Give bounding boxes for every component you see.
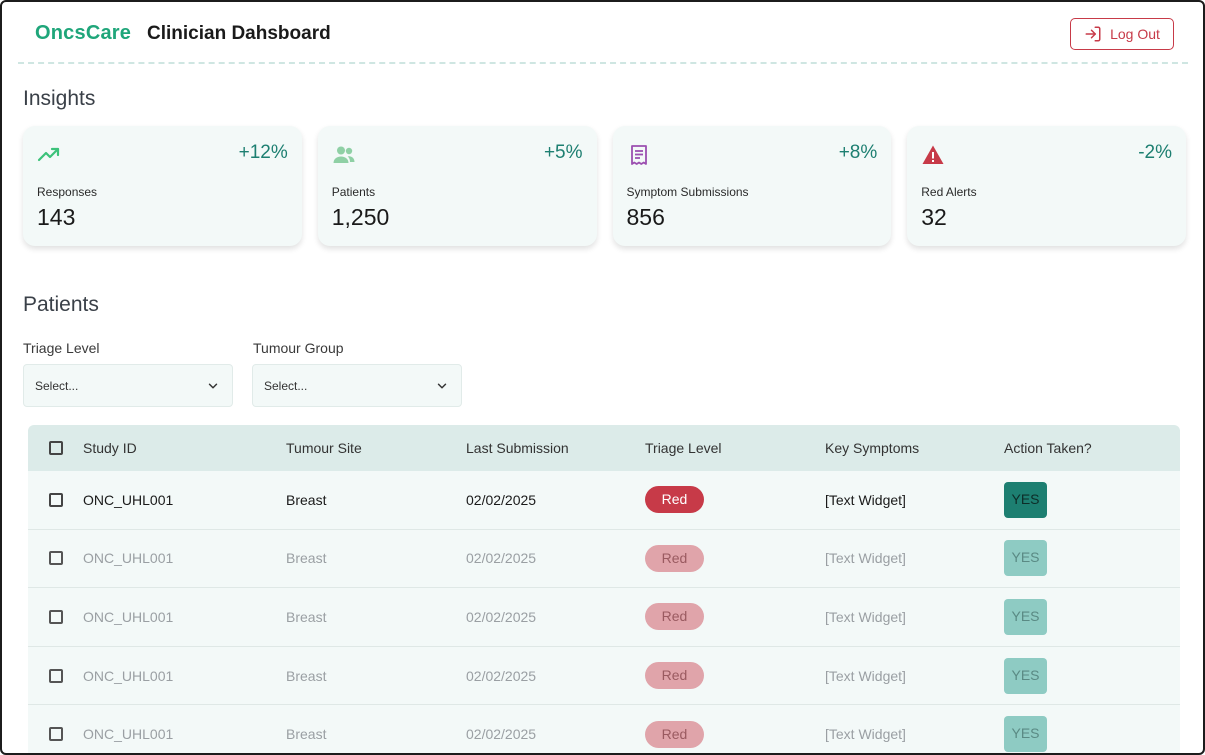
last-submission-cell: 02/02/2025 (466, 491, 537, 508)
triage-badge: Red (645, 544, 704, 572)
chevron-down-icon (437, 383, 447, 389)
row-checkbox[interactable] (49, 492, 63, 507)
row-checkbox[interactable] (49, 551, 63, 566)
study-id-cell: ONC_UHL001 (83, 491, 174, 508)
key-symptoms-cell: [Text Widget] (825, 726, 906, 743)
last-submission-cell: 02/02/2025 (466, 726, 537, 743)
insight-label: Symptom Submissions (626, 185, 749, 199)
insight-change: -2% (1138, 142, 1172, 163)
tumour-site-cell: Breast (286, 550, 327, 567)
insight-change: +12% (238, 142, 288, 163)
log-out-button[interactable]: Log Out (1070, 18, 1174, 50)
action-yes-button[interactable]: YES (1004, 716, 1047, 753)
row-checkbox[interactable] (49, 609, 63, 624)
triage-level-filter-label: Triage Level (23, 340, 100, 356)
app-window: OncsCare Clinician Dahsboard Log Out Ins… (0, 0, 1205, 755)
column-header-action-taken[interactable]: Action Taken? (1004, 425, 1092, 471)
triage-level-cell: Red (645, 647, 704, 705)
insight-cards: +12% Responses 143 +5% Patients 1,250 +8… (23, 126, 1186, 246)
key-symptoms-cell: [Text Widget] (825, 550, 906, 567)
log-out-label: Log Out (1110, 26, 1160, 42)
tumour-site-cell: Breast (286, 667, 327, 684)
last-submission-cell: 02/02/2025 (466, 608, 537, 625)
column-header-key-symptoms[interactable]: Key Symptoms (825, 425, 919, 471)
triage-level-cell: Red (645, 471, 704, 529)
row-checkbox[interactable] (49, 668, 63, 683)
action-taken-cell: YES (1004, 471, 1047, 529)
tumour-group-filter-label: Tumour Group (253, 340, 344, 356)
action-taken-cell: YES (1004, 530, 1047, 588)
top-header: OncsCare Clinician Dahsboard Log Out (18, 16, 1188, 64)
insights-heading: Insights (23, 87, 96, 110)
key-symptoms-cell: [Text Widget] (825, 608, 906, 625)
table-row[interactable]: ONC_UHL001 Breast 02/02/2025 Red [Text W… (28, 646, 1180, 706)
select-placeholder: Select... (35, 378, 79, 393)
tumour-site-cell: Breast (286, 491, 327, 508)
insight-card-symptom-submissions: +8% Symptom Submissions 856 (612, 126, 892, 246)
action-yes-button[interactable]: YES (1004, 540, 1047, 577)
insight-card-patients: +5% Patients 1,250 (317, 126, 597, 246)
tumour-group-select[interactable]: Select... (252, 364, 462, 407)
tumour-site-cell: Breast (286, 608, 327, 625)
table-header: Study ID Tumour Site Last Submission Tri… (28, 425, 1180, 471)
column-header-triage-level[interactable]: Triage Level (645, 425, 722, 471)
key-symptoms-cell: [Text Widget] (825, 491, 906, 508)
table-row[interactable]: ONC_UHL001 Breast 02/02/2025 Red [Text W… (28, 529, 1180, 589)
last-submission-cell: 02/02/2025 (466, 550, 537, 567)
patients-heading: Patients (23, 293, 99, 316)
brand-logo: OncsCare (35, 22, 132, 44)
page-title: Clinician Dahsboard (147, 23, 331, 44)
key-symptoms-cell: [Text Widget] (825, 667, 906, 684)
triage-level-cell: Red (645, 588, 704, 646)
action-taken-cell: YES (1004, 588, 1047, 646)
triage-badge: Red (645, 720, 704, 748)
triage-level-cell: Red (645, 530, 704, 588)
trending-up-icon (37, 147, 60, 162)
insight-label: Red Alerts (921, 185, 977, 199)
log-in-icon (1085, 26, 1101, 42)
table-row[interactable]: ONC_UHL001 Breast 02/02/2025 Red [Text W… (28, 588, 1180, 647)
action-yes-button[interactable]: YES (1004, 598, 1047, 635)
column-header-study-id[interactable]: Study ID (83, 425, 137, 471)
study-id-cell: ONC_UHL001 (83, 608, 174, 625)
patients-table: Study ID Tumour Site Last Submission Tri… (28, 425, 1180, 753)
study-id-cell: ONC_UHL001 (83, 726, 174, 743)
triage-level-select[interactable]: Select... (23, 364, 233, 407)
triage-badge: Red (645, 486, 704, 514)
insight-card-responses: +12% Responses 143 (23, 126, 302, 246)
insight-card-red-alerts: -2% Red Alerts 32 (907, 126, 1186, 246)
insight-change: +8% (838, 142, 878, 163)
select-all-checkbox[interactable] (49, 441, 63, 455)
insight-label: Patients (331, 185, 376, 199)
triage-level-cell: Red (645, 705, 704, 753)
insight-change: +5% (543, 142, 583, 163)
insight-label: Responses (37, 185, 98, 199)
triage-badge: Red (645, 603, 704, 631)
row-checkbox[interactable] (49, 727, 63, 742)
warning-icon (922, 145, 944, 164)
insight-value: 32 (921, 204, 947, 230)
action-taken-cell: YES (1004, 705, 1047, 753)
table-row[interactable]: ONC_UHL001 Breast 02/02/2025 Red [Text W… (28, 705, 1180, 753)
select-placeholder: Select... (264, 378, 308, 393)
people-icon (333, 146, 355, 163)
action-taken-cell: YES (1004, 647, 1047, 705)
last-submission-cell: 02/02/2025 (466, 667, 537, 684)
action-yes-button[interactable]: YES (1004, 657, 1047, 694)
action-yes-button[interactable]: YES (1004, 481, 1047, 518)
study-id-cell: ONC_UHL001 (83, 667, 174, 684)
table-row[interactable]: ONC_UHL001 Breast 02/02/2025 Red [Text W… (28, 471, 1180, 530)
insight-value: 1,250 (331, 204, 390, 230)
study-id-cell: ONC_UHL001 (83, 550, 174, 567)
receipt-icon (630, 145, 647, 165)
triage-badge: Red (645, 662, 704, 690)
insight-value: 856 (626, 204, 665, 230)
tumour-site-cell: Breast (286, 726, 327, 743)
column-header-last-submission[interactable]: Last Submission (466, 425, 569, 471)
column-header-tumour-site[interactable]: Tumour Site (286, 425, 362, 471)
insight-value: 143 (37, 204, 76, 230)
chevron-down-icon (208, 383, 218, 389)
